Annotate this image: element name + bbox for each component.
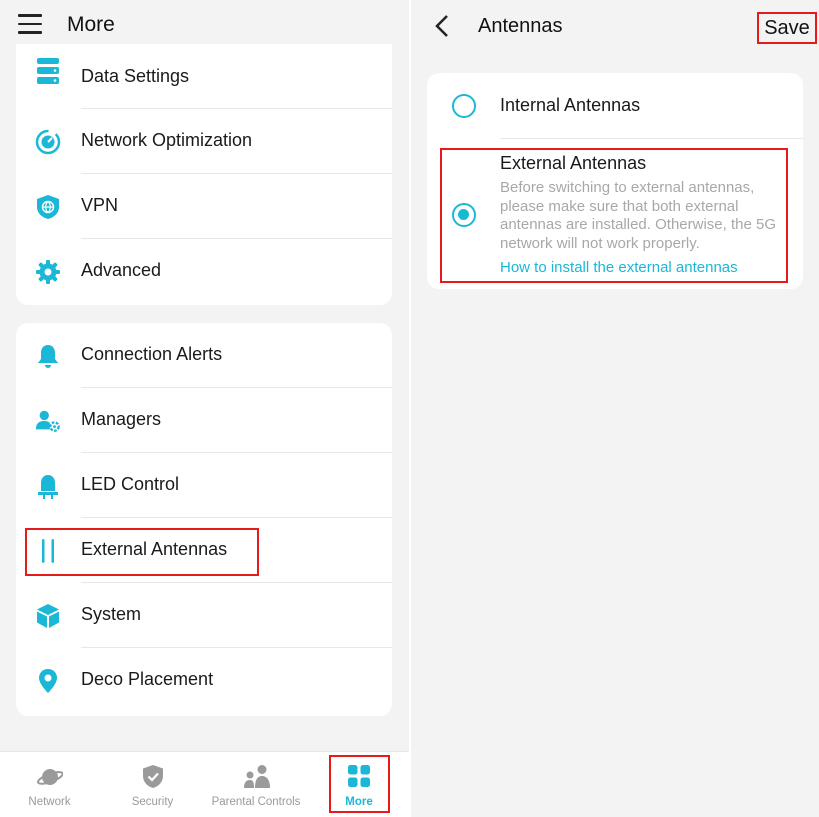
settings-group-2: Connection Alerts Managers LED Control E… (16, 323, 392, 716)
menu-item-label: LED Control (81, 474, 180, 494)
menu-item-label: Data Settings (81, 66, 190, 86)
antennas-header: Antennas Save (411, 0, 819, 56)
gear-icon (35, 259, 61, 285)
nav-tab-label: Network (28, 796, 71, 808)
nav-tab-parental-controls[interactable]: Parental Controls (205, 752, 307, 817)
menu-item-label: VPN (81, 195, 119, 215)
divider (500, 138, 803, 139)
nav-tab-security[interactable]: Security (103, 752, 202, 817)
nav-tab-label: Parental Controls (211, 796, 301, 808)
database-icon (35, 58, 61, 84)
menu-item-data-settings[interactable]: Data Settings (16, 44, 392, 109)
menu-item-deco-placement[interactable]: Deco Placement (16, 648, 392, 713)
location-pin-icon (35, 668, 61, 694)
option-label: Internal Antennas (500, 95, 641, 115)
menu-item-label: System (81, 604, 142, 624)
menu-item-label: Deco Placement (81, 669, 214, 689)
menu-item-label: Connection Alerts (81, 344, 223, 364)
family-icon (243, 764, 270, 790)
save-button[interactable]: Save (757, 12, 817, 44)
antennas-screen: Antennas Save Internal Antennas External… (411, 0, 819, 817)
highlight-external-antennas-option (440, 148, 788, 283)
option-internal-antennas[interactable]: Internal Antennas (427, 73, 803, 139)
shield-check-icon (140, 764, 166, 790)
menu-item-label: Network Optimization (81, 130, 253, 150)
menu-item-label: Advanced (81, 260, 162, 280)
menu-item-connection-alerts[interactable]: Connection Alerts (16, 323, 392, 388)
menu-item-vpn[interactable]: VPN (16, 174, 392, 239)
menu-item-network-optimization[interactable]: Network Optimization (16, 109, 392, 174)
back-arrow-icon[interactable] (433, 14, 453, 38)
radio-unselected[interactable] (452, 94, 476, 118)
menu-item-managers[interactable]: Managers (16, 388, 392, 453)
bell-icon (35, 343, 61, 369)
settings-group-1: Data Settings Network Optimization VPN A… (16, 44, 392, 305)
menu-item-label: Managers (81, 409, 162, 429)
network-optimization-icon (35, 129, 61, 155)
nav-tab-network[interactable]: Network (0, 752, 99, 817)
led-icon (35, 473, 61, 499)
nav-tab-label: Security (131, 796, 174, 808)
hamburger-menu-icon[interactable] (18, 14, 42, 34)
highlight-external-antennas (25, 528, 259, 576)
cube-icon (35, 603, 61, 629)
managers-icon (35, 408, 61, 434)
planet-icon (36, 764, 64, 790)
menu-item-advanced[interactable]: Advanced (16, 239, 392, 304)
page-title: More (67, 13, 115, 36)
page-title: Antennas (478, 15, 563, 37)
menu-item-led-control[interactable]: LED Control (16, 453, 392, 518)
menu-item-system[interactable]: System (16, 583, 392, 648)
more-screen: More Data Settings Network Optimization … (0, 0, 409, 817)
vpn-shield-icon (35, 194, 61, 220)
highlight-more-tab (329, 755, 390, 813)
